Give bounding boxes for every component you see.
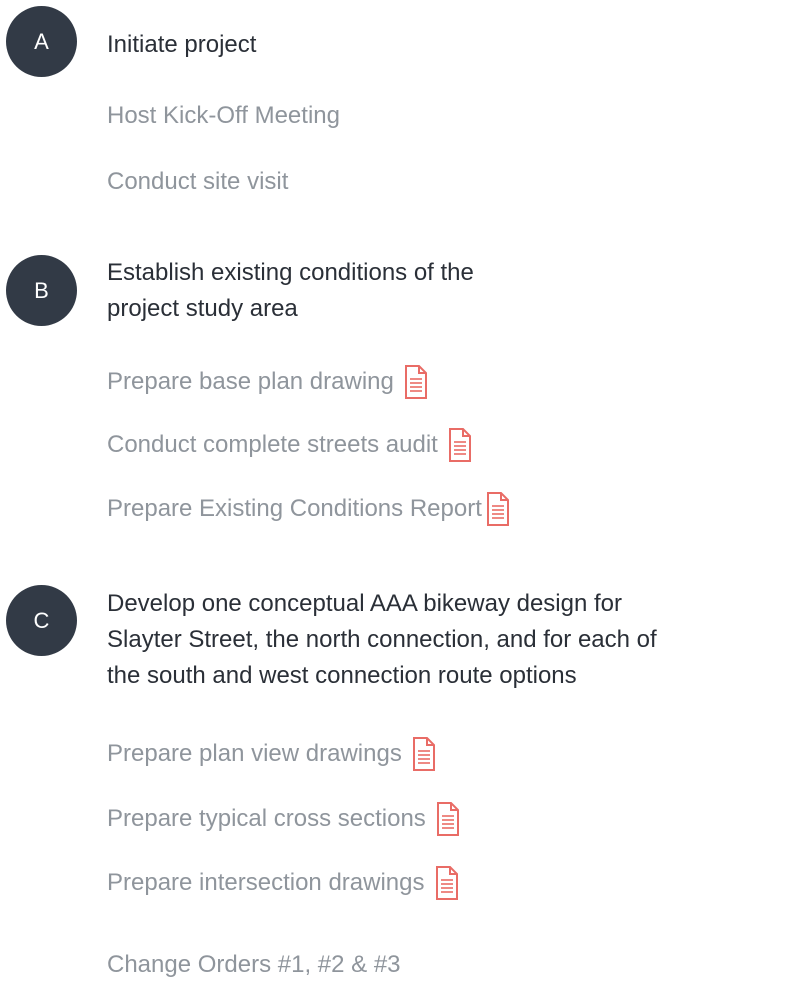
- section-c-heading-line-3: the south and west connection route opti…: [107, 662, 577, 689]
- section-b-item-3[interactable]: Prepare Existing Conditions Report: [107, 491, 510, 527]
- section-c-item-3-label: Prepare intersection drawings: [107, 869, 425, 896]
- section-c-item-3[interactable]: Prepare intersection drawings: [107, 865, 459, 901]
- section-b-item-1-label: Prepare base plan drawing: [107, 368, 394, 395]
- document-icon[interactable]: [435, 865, 459, 901]
- document-icon[interactable]: [448, 427, 472, 463]
- section-b-heading-line-1: Establish existing conditions of the: [107, 259, 474, 286]
- section-c-item-2[interactable]: Prepare typical cross sections: [107, 801, 460, 837]
- section-a-item-2-label: Conduct site visit: [107, 168, 289, 195]
- section-b-item-3-label: Prepare Existing Conditions Report: [107, 495, 482, 522]
- section-a-badge: A: [6, 6, 77, 77]
- section-b-badge: B: [6, 255, 77, 326]
- section-c-heading-line-2: Slayter Street, the north connection, an…: [107, 626, 657, 653]
- section-c-item-2-label: Prepare typical cross sections: [107, 805, 426, 832]
- section-b-heading-line-2: project study area: [107, 295, 298, 322]
- section-c-item-1[interactable]: Prepare plan view drawings: [107, 736, 436, 772]
- section-c-badge: C: [6, 585, 77, 656]
- change-orders-label: Change Orders #1, #2 & #3: [107, 951, 401, 978]
- section-b-heading: Establish existing conditions of the pro…: [107, 255, 797, 327]
- document-icon[interactable]: [404, 364, 428, 400]
- section-b-item-2-label: Conduct complete streets audit: [107, 431, 438, 458]
- document-icon[interactable]: [412, 736, 436, 772]
- change-orders-link[interactable]: Change Orders #1, #2 & #3: [107, 948, 401, 982]
- section-b-item-1[interactable]: Prepare base plan drawing: [107, 364, 428, 400]
- section-a-item-1-label: Host Kick-Off Meeting: [107, 102, 340, 129]
- section-a-item-2[interactable]: Conduct site visit: [107, 165, 288, 199]
- document-icon[interactable]: [436, 801, 460, 837]
- section-c-item-1-label: Prepare plan view drawings: [107, 740, 402, 767]
- section-a-heading-line-1: Initiate project: [107, 31, 257, 58]
- document-icon[interactable]: [486, 491, 510, 527]
- section-c-heading: Develop one conceptual AAA bikeway desig…: [107, 586, 797, 694]
- section-a-item-1[interactable]: Host Kick-Off Meeting: [107, 99, 340, 133]
- section-b-item-2[interactable]: Conduct complete streets audit: [107, 427, 472, 463]
- section-c-heading-line-1: Develop one conceptual AAA bikeway desig…: [107, 590, 623, 617]
- section-a-heading: Initiate project: [107, 27, 797, 63]
